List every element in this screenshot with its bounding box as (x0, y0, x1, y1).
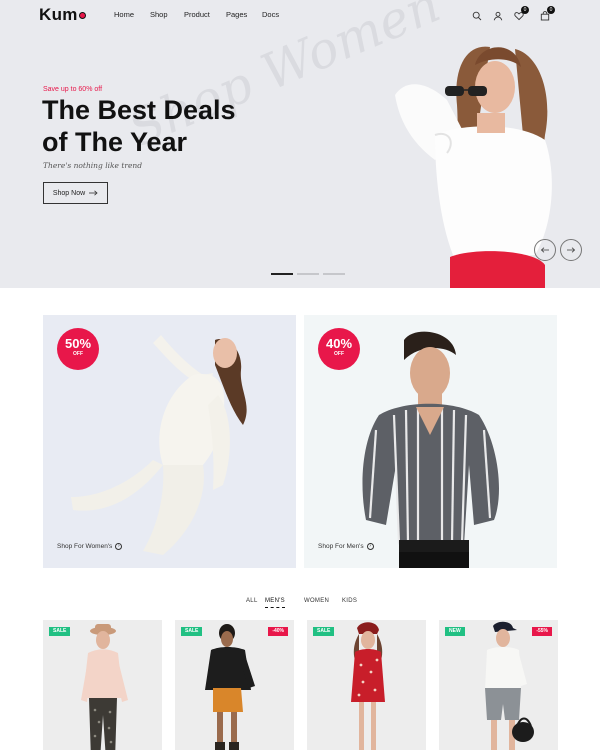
nav-product[interactable]: Product (184, 10, 226, 19)
nav-home[interactable]: Home (114, 10, 150, 19)
hero-title-line1: The Best Deals (42, 95, 236, 125)
hero-next-button[interactable] (560, 239, 582, 261)
shop-women-label: Shop For Women's (57, 543, 113, 550)
brand-name: Kum (39, 5, 78, 24)
slider-dot-1[interactable] (271, 273, 293, 275)
arrow-left-icon (541, 247, 549, 253)
hero-slider: Shop Women Kum Home Shop Product Pages D… (0, 0, 600, 288)
product-discount-tag: -55% (532, 627, 552, 636)
shop-women-link[interactable]: Shop For Women's › (57, 543, 123, 550)
circle-arrow-icon: › (366, 543, 374, 550)
promo-card-women[interactable]: 50% OFF Shop For Women's › (43, 315, 296, 568)
shop-men-label: Shop For Men's (318, 543, 364, 550)
product-tag: NEW (445, 627, 465, 636)
header-icons: 0 0 (472, 6, 562, 22)
product-filter-tabs: ALL MEN'S WOMEN KIDS (0, 598, 600, 612)
women-discount-value: 50% (64, 336, 92, 351)
arrow-right-icon (89, 190, 98, 196)
logo-accent-o (78, 12, 86, 19)
tab-women[interactable]: WOMEN (304, 598, 329, 604)
men-discount-value: 40% (325, 336, 353, 351)
user-icon[interactable] (493, 8, 505, 21)
product-tag: SALE (181, 627, 203, 636)
arrow-right-icon (567, 247, 575, 253)
women-discount-off: OFF (73, 351, 83, 357)
product-discount-tag: -40% (268, 627, 288, 636)
product-image (205, 624, 255, 750)
hero-prev-button[interactable] (534, 239, 556, 261)
nav-pages[interactable]: Pages (226, 10, 262, 19)
cart-count-badge: 0 (547, 6, 555, 14)
women-discount-badge: 50% OFF (57, 328, 99, 370)
shop-now-button[interactable]: Shop Now (43, 182, 108, 204)
hero-tagline: There's nothing like trend (43, 161, 143, 170)
product-card[interactable]: SALE -40% (175, 620, 294, 750)
shop-now-label: Shop Now (52, 189, 86, 197)
hero-title: The Best Deals of The Year (42, 94, 282, 158)
hero-promo-subtitle: Save up to 60% off (43, 86, 103, 93)
shop-men-link[interactable]: Shop For Men's › (318, 543, 374, 550)
wishlist-icon[interactable]: 0 (514, 6, 529, 21)
slider-dot-2[interactable] (297, 273, 319, 275)
circle-arrow-icon: › (115, 543, 123, 550)
wishlist-count-badge: 0 (521, 6, 529, 14)
tab-kids[interactable]: KIDS (342, 598, 357, 604)
cart-icon[interactable]: 0 (540, 6, 555, 21)
promo-card-men[interactable]: 40% OFF Shop For Men's › (304, 315, 557, 568)
slider-pagination (271, 273, 345, 275)
product-image (81, 624, 128, 750)
tab-mens[interactable]: MEN'S (265, 598, 285, 608)
product-image (485, 621, 534, 750)
search-icon[interactable] (472, 8, 484, 21)
product-card[interactable]: SALE (43, 620, 162, 750)
product-card[interactable]: NEW -55% (439, 620, 558, 750)
product-tag: SALE (49, 627, 71, 636)
product-image (351, 622, 385, 750)
men-discount-off: OFF (334, 351, 344, 357)
hero-title-line2: of The Year (42, 127, 188, 157)
product-card[interactable]: SALE (307, 620, 426, 750)
slider-dot-3[interactable] (323, 273, 345, 275)
nav-shop[interactable]: Shop (150, 10, 184, 19)
tab-all[interactable]: ALL (246, 598, 258, 604)
men-discount-badge: 40% OFF (318, 328, 360, 370)
product-tag: SALE (313, 627, 335, 636)
brand-logo[interactable]: Kum (39, 5, 86, 25)
main-nav: Home Shop Product Pages Docs (114, 10, 292, 19)
nav-docs[interactable]: Docs (262, 10, 292, 19)
